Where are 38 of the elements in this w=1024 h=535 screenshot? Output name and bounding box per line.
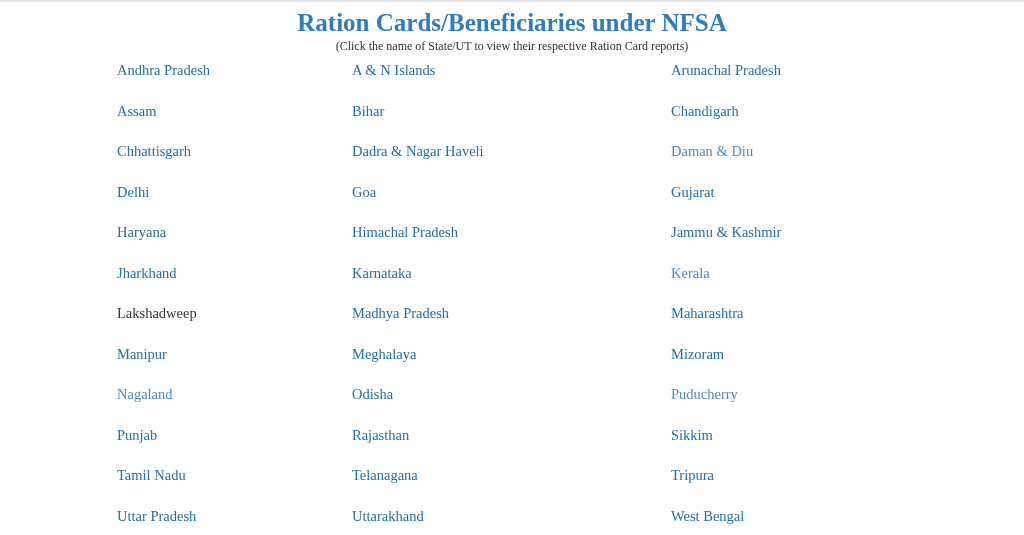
state-link[interactable]: Uttarakhand	[352, 507, 424, 525]
page-title: Ration Cards/Beneficiaries under NFSA	[297, 8, 727, 38]
state-link[interactable]: Lakshadweep	[117, 305, 197, 322]
state-link[interactable]: Gujarat	[671, 183, 715, 201]
state-link[interactable]: Bihar	[352, 102, 385, 120]
state-link[interactable]: Sikkim	[671, 426, 713, 444]
state-link[interactable]: Delhi	[117, 183, 150, 201]
state-link[interactable]: Jharkhand	[117, 264, 177, 282]
state-link[interactable]: Tamil Nadu	[117, 467, 186, 484]
state-link[interactable]: Arunachal Pradesh	[671, 62, 781, 79]
state-link[interactable]: West Bengal	[671, 507, 745, 525]
state-link[interactable]: Kerala	[671, 264, 710, 282]
state-link[interactable]: Andhra Pradesh	[117, 62, 211, 79]
state-link[interactable]: Haryana	[117, 224, 167, 241]
state-link[interactable]: Tripura	[671, 467, 714, 484]
state-link[interactable]: Himachal Pradesh	[352, 224, 458, 241]
state-link[interactable]: Odisha	[352, 386, 394, 403]
state-link[interactable]: Rajasthan	[352, 426, 410, 444]
state-link[interactable]: Karnataka	[352, 264, 412, 282]
state-link[interactable]: Meghalaya	[352, 345, 417, 363]
state-link[interactable]: Nagaland	[117, 386, 173, 403]
state-link[interactable]: Assam	[117, 102, 157, 120]
state-link[interactable]: Puducherry	[671, 386, 738, 403]
state-link[interactable]: Manipur	[117, 345, 167, 363]
state-link[interactable]: A & N Islands	[352, 62, 436, 79]
state-link[interactable]: Telanagana	[352, 467, 418, 484]
state-link[interactable]: Madhya Pradesh	[352, 305, 450, 322]
state-link[interactable]: Maharashtra	[671, 305, 744, 322]
state-link[interactable]: Jammu & Kashmir	[671, 224, 782, 241]
state-link[interactable]: Goa	[352, 183, 377, 201]
state-link[interactable]: Dadra & Nagar Haveli	[352, 143, 484, 160]
state-link[interactable]: Chandigarh	[671, 102, 739, 120]
state-link[interactable]: Chhattisgarh	[117, 143, 192, 160]
state-link[interactable]: Punjab	[117, 426, 158, 444]
instruction-text: (Click the name of State/UT to view their respective Ration Card reports)	[335, 39, 689, 54]
state-link[interactable]: Uttar Pradesh	[117, 507, 197, 525]
state-link[interactable]: Daman & Diu	[671, 143, 754, 160]
state-link[interactable]: Mizoram	[671, 345, 725, 363]
